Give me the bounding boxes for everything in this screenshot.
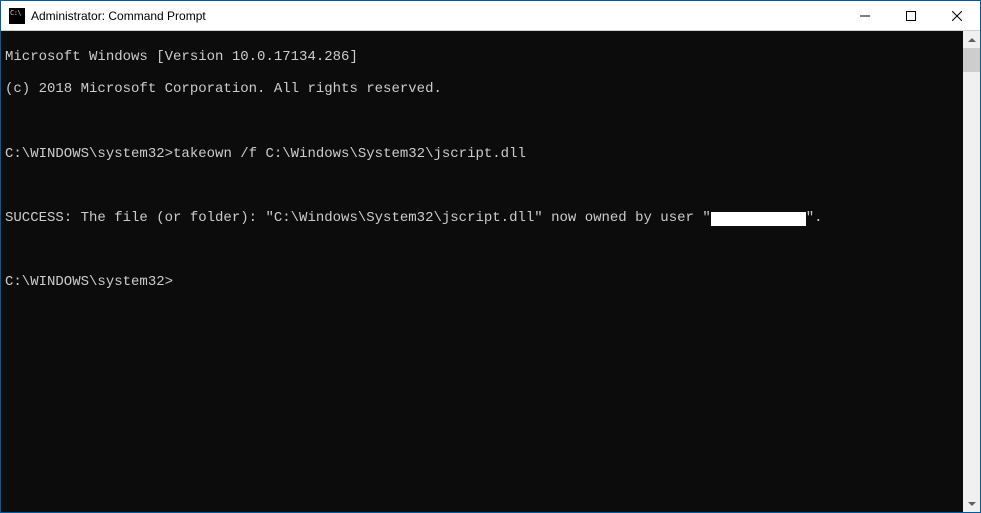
prompt-line: C:\WINDOWS\system32>: [5, 274, 963, 290]
scroll-down-button[interactable]: [963, 495, 980, 512]
output-line: [5, 113, 963, 129]
prompt-line: C:\WINDOWS\system32>takeown /f C:\Window…: [5, 146, 963, 162]
window-controls: [842, 1, 980, 30]
scrollbar-thumb[interactable]: [963, 48, 980, 72]
window-title: Administrator: Command Prompt: [31, 9, 842, 23]
maximize-icon: [906, 11, 916, 21]
prompt-prefix: C:\WINDOWS\system32>: [5, 274, 173, 290]
minimize-button[interactable]: [842, 1, 888, 30]
close-button[interactable]: [934, 1, 980, 30]
command-prompt-window: Administrator: Command Prompt Microsoft …: [0, 0, 981, 513]
titlebar[interactable]: Administrator: Command Prompt: [1, 1, 980, 31]
output-line: [5, 242, 963, 258]
prompt-command: takeown /f C:\Windows\System32\jscript.d…: [173, 146, 526, 162]
close-icon: [952, 11, 962, 21]
output-line: Microsoft Windows [Version 10.0.17134.28…: [5, 49, 963, 65]
redacted-username: [711, 212, 806, 226]
console-output[interactable]: Microsoft Windows [Version 10.0.17134.28…: [1, 31, 963, 512]
scrollbar-track[interactable]: [963, 48, 980, 495]
chevron-down-icon: [968, 500, 976, 508]
chevron-up-icon: [968, 36, 976, 44]
vertical-scrollbar[interactable]: [963, 31, 980, 512]
prompt-prefix: C:\WINDOWS\system32>: [5, 146, 173, 162]
output-line: (c) 2018 Microsoft Corporation. All righ…: [5, 81, 963, 97]
output-line: [5, 178, 963, 194]
cmd-icon: [9, 8, 25, 24]
minimize-icon: [860, 11, 870, 21]
maximize-button[interactable]: [888, 1, 934, 30]
success-text-pre: SUCCESS: The file (or folder): "C:\Windo…: [5, 210, 711, 226]
console-wrap: Microsoft Windows [Version 10.0.17134.28…: [1, 31, 980, 512]
output-line: SUCCESS: The file (or folder): "C:\Windo…: [5, 210, 963, 226]
success-text-post: ".: [806, 210, 823, 226]
scroll-up-button[interactable]: [963, 31, 980, 48]
